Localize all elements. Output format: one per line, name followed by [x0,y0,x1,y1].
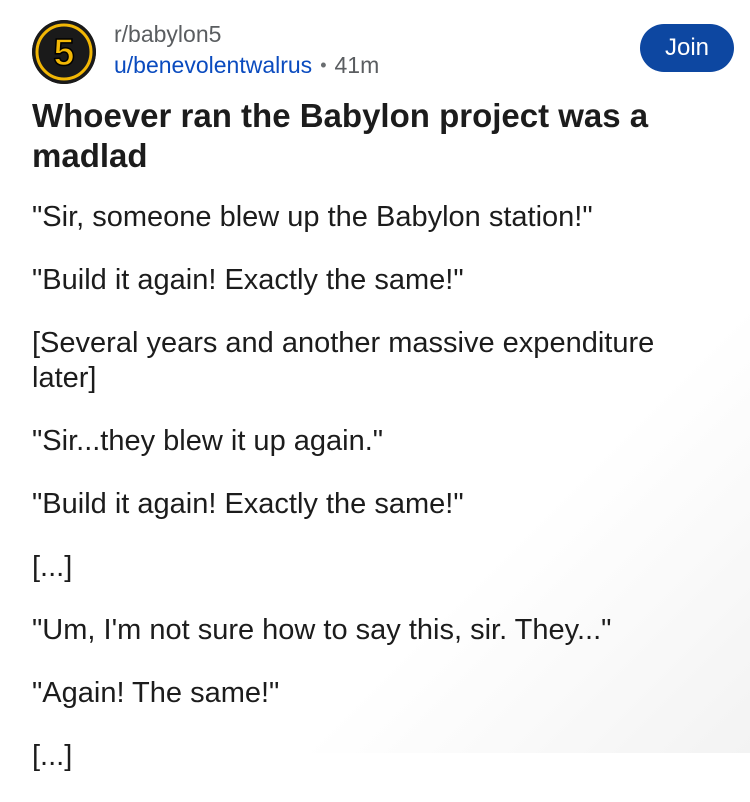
subreddit-link[interactable]: r/babylon5 [114,20,379,48]
post-paragraph: "Sir, someone blew up the Babylon statio… [32,201,593,233]
post-paragraph: [Several years and another massive expen… [32,327,655,394]
subreddit-avatar[interactable]: 5 [32,20,96,84]
reddit-post: 5 r/babylon5 u/benevolentwalrus • 41m Join… [0,0,750,772]
post-paragraph: [...] [32,551,73,583]
avatar-glyph: 5 [53,32,74,74]
post-title[interactable]: Whoever ran the Babylon project was a ma… [32,96,672,176]
post-paragraph: "Build it again! Exactly the same!" [32,488,464,520]
post-paragraph: "Build it again! Exactly the same!" [32,264,464,296]
post-body: "Sir, someone blew up the Babylon statio… [32,200,712,802]
author-line: u/benevolentwalrus • 41m [114,50,379,80]
post-header: 5 r/babylon5 u/benevolentwalrus • 41m Join [32,16,734,86]
join-button[interactable]: Join [640,24,734,72]
post-meta: r/babylon5 u/benevolentwalrus • 41m [114,20,379,80]
post-paragraph: [...] [32,740,73,772]
post-paragraph: "Sir...they blew it up again." [32,425,384,457]
post-time: 41m [334,52,380,78]
post-paragraph: "Um, I'm not sure how to say this, sir. … [32,614,612,646]
author-link[interactable]: u/benevolentwalrus [114,52,312,78]
babylon5-logo-icon: 5 [32,20,96,84]
meta-separator: • [320,55,327,75]
post-paragraph: "Again! The same!" [32,677,280,709]
